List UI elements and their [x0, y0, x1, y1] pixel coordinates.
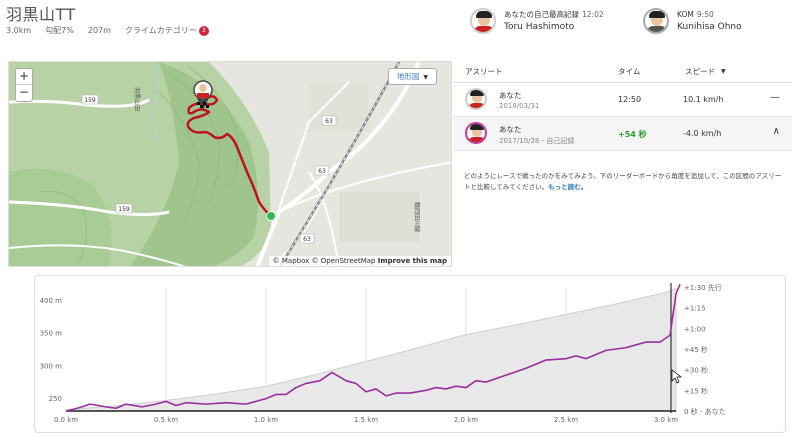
row-athlete: あなた: [499, 91, 522, 100]
zoom-out-button[interactable]: −: [16, 85, 32, 101]
kom-athlete: Kunihisa Ohno: [677, 22, 742, 32]
compare-note: どのようにレースで戦ったのかをみてみよう。下のリーダーボードから角度を追加して、…: [464, 171, 782, 193]
athlete-pin: [199, 84, 207, 92]
row-speed: -4.0 km/h: [683, 129, 722, 138]
field: [339, 192, 419, 242]
leaderboard-row[interactable]: あなた 2018/03/31 12:50 10.1 km/h —: [453, 83, 792, 117]
segment-map[interactable]: 159 63 63 63 159 羽黒山田 鶴岡田川線 + − 地形図 ▼ © M…: [8, 61, 452, 267]
climb-category-badge: 3: [198, 25, 209, 36]
place-label: 羽黒山田: [133, 87, 141, 111]
road-label: 63: [325, 118, 333, 125]
road-label: 63: [318, 168, 326, 175]
avatar: [465, 122, 487, 144]
expand-toggle[interactable]: ∧: [773, 126, 780, 137]
avatar: [643, 8, 669, 34]
row-speed: 10.1 km/h: [683, 95, 724, 104]
segment-distance: 3.0km: [6, 26, 32, 35]
place-label: 鶴岡田川線: [413, 202, 421, 232]
kom-time: 9:50: [696, 10, 714, 19]
road-label: 159: [84, 97, 96, 104]
leaderboard-row[interactable]: あなた 2017/10/28 - 自己記録 +54 秒 -4.0 km/h ∧: [453, 117, 792, 151]
map-canvas: 159 63 63 63 159 羽黒山田 鶴岡田川線: [9, 62, 451, 266]
avatar: [465, 88, 487, 110]
pr-record[interactable]: あなたの自己最高記録 12:02 Toru Hashimoto: [470, 8, 604, 34]
kom-record[interactable]: KOM 9:50 Kunihisa Ohno: [643, 8, 742, 34]
kom-label: KOM: [677, 10, 694, 19]
climb-category-label: クライムカテゴリー: [124, 26, 197, 35]
pr-label: あなたの自己最高記録: [504, 10, 579, 19]
header-speed[interactable]: スピード: [685, 66, 715, 77]
row-date[interactable]: 2017/10/28 - 自己記録: [499, 136, 574, 146]
attribution-text[interactable]: © Mapbox © OpenStreetMap: [273, 257, 376, 265]
road-label: 63: [303, 236, 311, 243]
start-marker: [266, 211, 276, 221]
row-athlete: あなた: [499, 125, 522, 134]
collapse-toggle[interactable]: —: [770, 92, 780, 103]
athlete-pin: [197, 93, 209, 98]
segment-stats: 3.0km 勾配7% 207m クライムカテゴリー 3: [6, 25, 209, 36]
header-time[interactable]: タイム: [618, 66, 640, 77]
segment-elevation: 207m: [87, 26, 111, 35]
zoom-control: + −: [15, 68, 33, 102]
avatar: [470, 8, 496, 34]
caret-down-icon[interactable]: ▼: [721, 68, 726, 75]
chart-frame: [34, 275, 786, 433]
row-time: 12:50: [618, 95, 642, 104]
zoom-in-button[interactable]: +: [16, 69, 32, 85]
road-label: 159: [118, 206, 130, 213]
map-attribution: © Mapbox © OpenStreetMap Improve this ma…: [268, 256, 451, 266]
elevation-chart[interactable]: 0.0 km 0.5 km 1.0 km 1.5 km 2.0 km 2.5 km 3.0 …: [0, 275, 800, 440]
pr-athlete: Toru Hashimoto: [504, 22, 575, 32]
field: [309, 82, 369, 132]
terrain-dropdown[interactable]: 地形図 ▼: [387, 68, 437, 85]
row-date[interactable]: 2018/03/31: [499, 102, 539, 110]
leaderboard: アスリート タイム スピード ▼ あなた 2018/03/31 12:50 10…: [453, 61, 792, 267]
row-time-gap: +54 秒: [618, 130, 647, 139]
pr-time: 12:02: [582, 10, 604, 19]
read-more-link[interactable]: もっと読む。: [548, 183, 587, 191]
segment-title: 羽黒山TT: [6, 5, 76, 24]
header-athlete[interactable]: アスリート: [465, 66, 503, 77]
improve-map-link[interactable]: Improve this map: [378, 257, 447, 265]
leaderboard-header: アスリート タイム スピード ▼: [453, 61, 792, 83]
caret-down-icon: ▼: [423, 74, 428, 81]
terrain-label: 地形図: [396, 72, 420, 81]
segment-grade: 勾配7%: [45, 26, 74, 35]
compare-note-text: どのようにレースで戦ったのかをみてみよう。下のリーダーボードから角度を追加して、…: [464, 172, 782, 191]
